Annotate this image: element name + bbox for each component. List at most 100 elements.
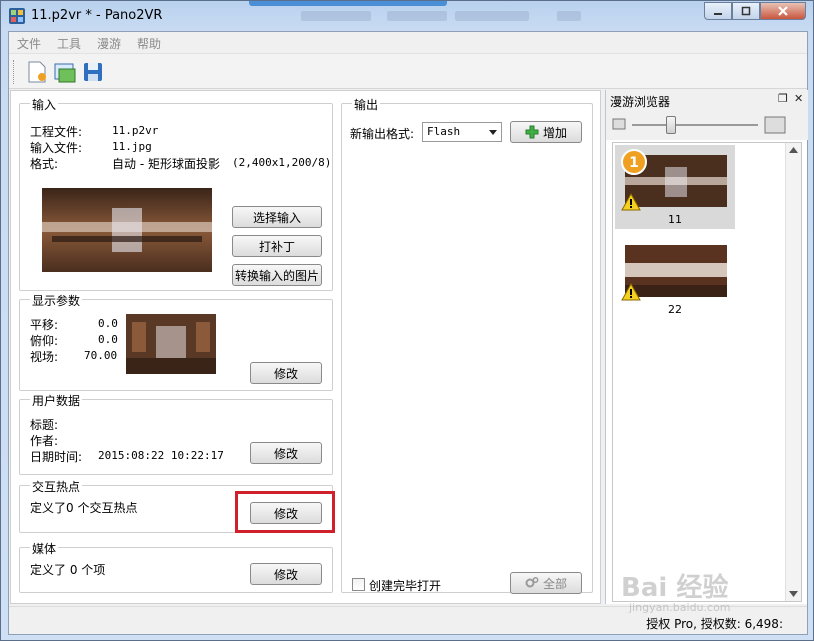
menu-bar: 文件 工具 漫游 帮助 <box>9 32 807 52</box>
tilt-value: 0.0 <box>98 333 118 346</box>
red-highlight-box <box>235 491 335 533</box>
node-22-label: 22 <box>668 303 682 316</box>
tour-node-22[interactable]: 22 <box>615 235 735 319</box>
save-icon[interactable] <box>81 60 105 84</box>
input-panorama-thumbnail <box>42 188 212 272</box>
user-data-title: 用户数据 <box>30 392 83 409</box>
warning-icon <box>621 283 641 301</box>
output-format-selected: Flash <box>427 125 461 138</box>
pan-value: 0.0 <box>98 317 118 330</box>
menu-tools[interactable]: 工具 <box>57 35 81 52</box>
tour-browser-title: 漫游浏览器 <box>610 95 671 109</box>
select-input-button[interactable]: 选择输入 <box>232 206 322 228</box>
svg-text:1: 1 <box>629 155 639 171</box>
menu-tour[interactable]: 漫游 <box>97 35 121 52</box>
close-icon <box>778 6 788 16</box>
format-size: (2,400x1,200/8) <box>232 156 332 169</box>
pano2vr-app-icon <box>9 8 25 24</box>
hotspots-count: 定义了0 个交互热点 <box>30 501 138 515</box>
tour-node-11[interactable]: 1 11 <box>615 145 735 229</box>
new-output-format-label: 新输出格式: <box>350 127 415 141</box>
minimize-icon <box>714 13 722 15</box>
build-all-button[interactable]: 全部 <box>510 572 582 594</box>
format-value: 自动 - 矩形球面投影 <box>112 157 220 171</box>
baidu-watermark: Bai 经验 <box>621 573 729 603</box>
project-panel: 输入 工程文件: 11.p2vr 输入文件: 11.jpg 格式: 自动 - 矩… <box>10 90 601 604</box>
slider-knob[interactable] <box>666 116 676 134</box>
open-when-done-label: 创建完毕打开 <box>369 579 442 593</box>
patch-button[interactable]: 打补丁 <box>232 235 322 257</box>
warning-icon <box>621 193 641 211</box>
modify-media-button[interactable]: 修改 <box>250 563 322 585</box>
thumbnail-size-slider <box>606 110 808 140</box>
menu-file[interactable]: 文件 <box>17 35 41 52</box>
input-file-value: 11.jpg <box>112 140 152 153</box>
open-project-icon[interactable] <box>53 60 77 84</box>
blurred-background-text <box>301 11 371 21</box>
view-preview-thumbnail <box>126 314 216 374</box>
close-button[interactable] <box>760 2 806 20</box>
large-thumbnail-icon <box>764 116 786 134</box>
title-label: 标题: <box>30 418 59 432</box>
close-panel-icon[interactable]: ✕ <box>794 92 803 105</box>
menu-help[interactable]: 帮助 <box>137 35 161 52</box>
minimize-button[interactable] <box>704 2 732 20</box>
open-when-done-checkbox[interactable] <box>352 578 365 591</box>
tour-list-scrollbar[interactable] <box>785 143 801 601</box>
small-thumbnail-icon <box>612 118 626 130</box>
blurred-background-text <box>455 11 529 21</box>
convert-input-button[interactable]: 转换输入的图片 <box>232 264 322 286</box>
author-label: 作者: <box>30 434 59 448</box>
blurred-background-text <box>557 11 581 21</box>
output-format-select[interactable]: Flash <box>422 122 502 142</box>
start-node-badge-icon: 1 <box>621 149 647 175</box>
modify-userdata-button[interactable]: 修改 <box>250 442 322 464</box>
datetime-label: 日期时间: <box>30 450 83 464</box>
node-11-label: 11 <box>668 213 682 226</box>
scroll-down-icon[interactable] <box>789 591 798 597</box>
datetime-value: 2015:08:22 10:22:17 <box>98 449 224 462</box>
taskbar-preview-strip <box>249 1 447 6</box>
toolbar-grip[interactable] <box>13 60 16 84</box>
input-group: 输入 工程文件: 11.p2vr 输入文件: 11.jpg 格式: 自动 - 矩… <box>19 96 333 291</box>
tilt-label: 俯仰: <box>30 334 59 348</box>
plus-icon <box>525 125 539 139</box>
media-group: 媒体 定义了 0 个项 修改 <box>19 540 333 593</box>
new-project-icon[interactable] <box>25 60 49 84</box>
app-window: 11.p2vr * - Pano2VR 文件 工具 漫游 帮助 输入 工程文件:… <box>0 0 814 641</box>
fov-label: 视场: <box>30 350 59 364</box>
maximize-button[interactable] <box>732 2 760 20</box>
gears-icon <box>525 577 539 588</box>
baidu-watermark-url: jingyan.baidu.com <box>629 601 731 614</box>
display-params-group: 显示参数 平移: 0.0 俯仰: 0.0 视场: 70.00 修改 <box>19 292 333 391</box>
toolbar <box>9 53 807 89</box>
fov-value: 70.00 <box>84 349 118 362</box>
build-all-label: 全部 <box>542 576 567 591</box>
tour-browser-panel: 漫游浏览器 ❐ ✕ 1 11 22 <box>605 90 808 604</box>
media-count: 定义了 0 个项 <box>30 563 106 577</box>
slider-track[interactable] <box>632 124 758 126</box>
input-group-title: 输入 <box>30 96 59 113</box>
media-title: 媒体 <box>30 540 59 557</box>
hotspots-title: 交互热点 <box>30 478 83 495</box>
scroll-up-icon[interactable] <box>789 147 798 153</box>
project-file-value: 11.p2vr <box>112 124 159 137</box>
tour-node-list: 1 11 22 <box>612 142 802 602</box>
output-title: 输出 <box>352 96 381 113</box>
display-params-title: 显示参数 <box>30 292 83 309</box>
chevron-down-icon <box>489 130 497 135</box>
project-file-label: 工程文件: <box>30 125 83 139</box>
input-file-label: 输入文件: <box>30 141 83 155</box>
window-title: 11.p2vr * - Pano2VR <box>31 8 163 23</box>
client-area: 文件 工具 漫游 帮助 输入 工程文件: 11.p2vr 输入文件: 11.jp… <box>8 31 808 635</box>
float-panel-icon[interactable]: ❐ <box>778 92 788 105</box>
blurred-background-text <box>387 11 447 21</box>
tour-browser-header: 漫游浏览器 ❐ ✕ <box>606 90 808 110</box>
add-output-button[interactable]: 增加 <box>510 121 582 143</box>
title-bar[interactable]: 11.p2vr * - Pano2VR <box>1 1 813 31</box>
modify-display-button[interactable]: 修改 <box>250 362 322 384</box>
license-status: 授权 Pro, 授权数: 6,498: <box>646 617 783 631</box>
pan-label: 平移: <box>30 318 59 332</box>
output-group: 输出 新输出格式: Flash 增加 创建完毕打开 全部 <box>341 96 593 594</box>
maximize-icon <box>741 6 751 16</box>
